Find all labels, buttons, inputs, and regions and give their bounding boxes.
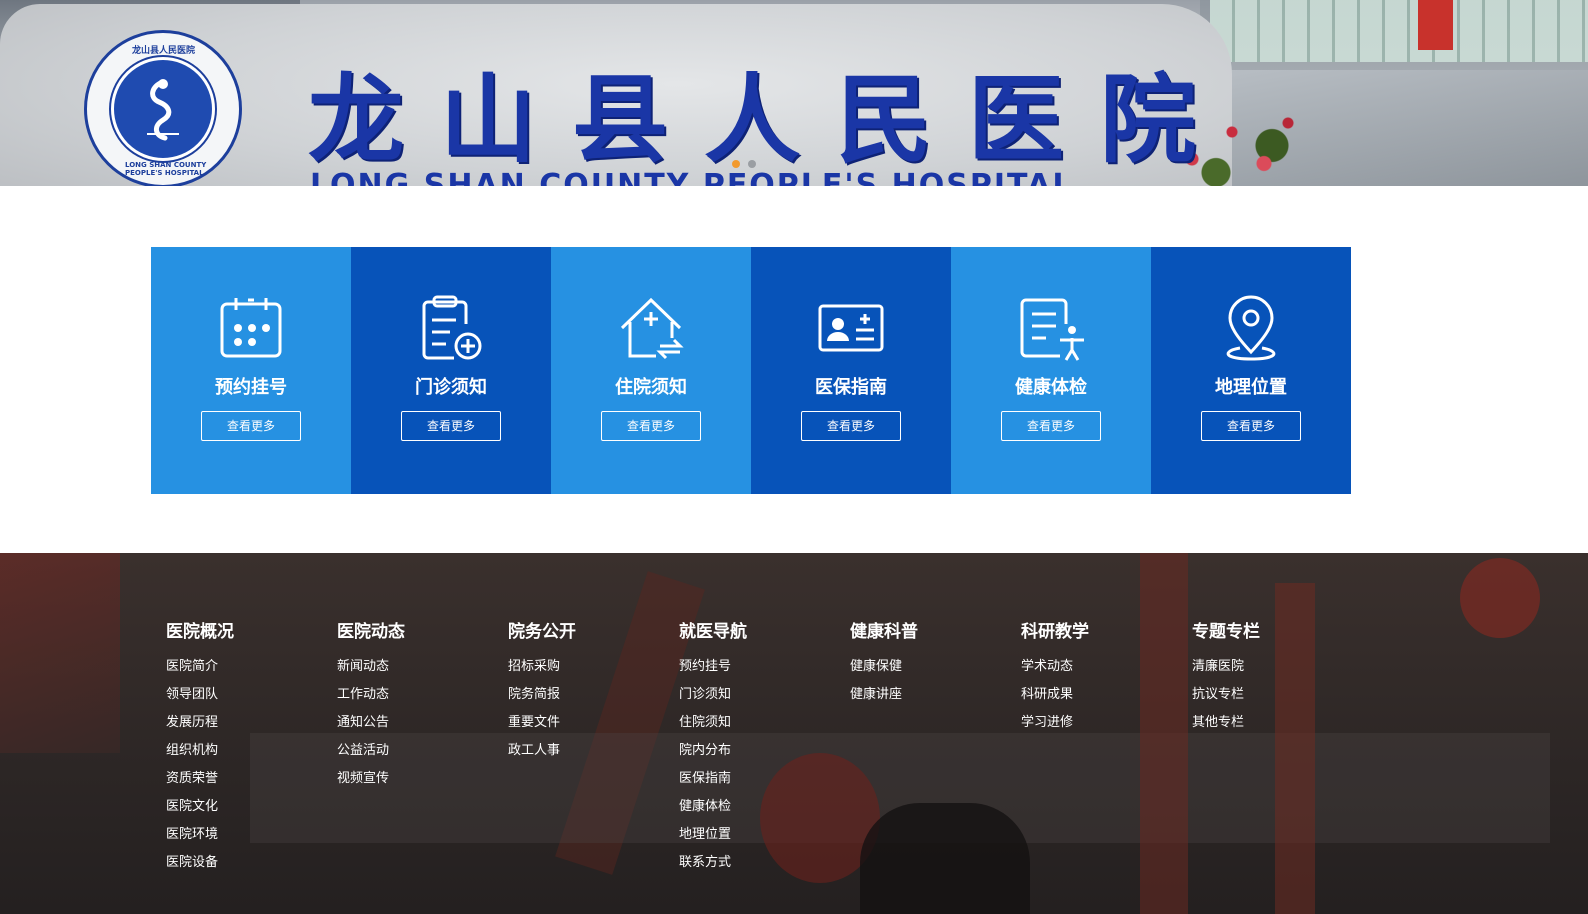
footer-col-research: 科研教学 学术动态 科研成果 学习进修 [1021, 617, 1192, 883]
view-more-button[interactable]: 查看更多 [601, 411, 701, 441]
calendar-icon [216, 294, 286, 364]
footer-link[interactable]: 公益活动 [337, 743, 508, 771]
footer-link[interactable]: 健康讲座 [850, 687, 1021, 715]
hospital-logo: 龙山县人民医院 LONG SHAN COUNTY PEOPLE'S HOSPIT… [84, 30, 242, 186]
tile-label: 医保指南 [815, 377, 887, 398]
footer-link[interactable]: 院内分布 [679, 743, 850, 771]
carousel-dot-2[interactable] [748, 160, 756, 168]
house-plus-icon [616, 294, 686, 364]
footer-col-guide: 就医导航 预约挂号 门诊须知 住院须知 院内分布 医保指南 健康体检 地理位置 … [679, 617, 850, 883]
footer-link[interactable]: 医院简介 [166, 659, 337, 687]
tile-insurance[interactable]: 医保指南 查看更多 [751, 247, 951, 494]
footer-col-special: 专题专栏 清廉医院 抗议专栏 其他专栏 [1192, 617, 1363, 883]
footer-link[interactable]: 工作动态 [337, 687, 508, 715]
footer-link[interactable]: 政工人事 [508, 743, 679, 771]
carousel-dots [732, 160, 756, 168]
footer-col-title[interactable]: 健康科普 [850, 617, 1021, 642]
footer-link[interactable]: 健康保健 [850, 659, 1021, 687]
carousel-dot-1[interactable] [732, 160, 740, 168]
footer-link[interactable]: 通知公告 [337, 715, 508, 743]
footer-col-title[interactable]: 医院概况 [166, 617, 337, 642]
tile-outpatient[interactable]: 门诊须知 查看更多 [351, 247, 551, 494]
footer-col-news: 医院动态 新闻动态 工作动态 通知公告 公益活动 视频宣传 [337, 617, 508, 883]
view-more-button[interactable]: 查看更多 [1001, 411, 1101, 441]
footer-col-title[interactable]: 就医导航 [679, 617, 850, 642]
logo-text-top: 龙山县人民医院 [132, 46, 196, 56]
footer-link[interactable]: 招标采购 [508, 659, 679, 687]
footer-link[interactable]: 住院须知 [679, 715, 850, 743]
footer-col-title[interactable]: 医院动态 [337, 617, 508, 642]
clipboard-plus-icon [416, 294, 486, 364]
footer-link[interactable]: 抗议专栏 [1192, 687, 1363, 715]
tile-label: 住院须知 [615, 377, 687, 398]
hero-banner: 龙山县人民医院 LONG SHAN COUNTY PEOPLE'S HOSPIT… [0, 0, 1588, 186]
banner-building-glass [1210, 0, 1588, 62]
footer-bg-lantern [1460, 558, 1540, 638]
dragon-icon [111, 57, 215, 161]
tile-label: 健康体检 [1015, 377, 1087, 398]
footer-link[interactable]: 医院设备 [166, 855, 337, 883]
footer-link[interactable]: 联系方式 [679, 855, 850, 883]
footer-link[interactable]: 健康体检 [679, 799, 850, 827]
view-more-button[interactable]: 查看更多 [801, 411, 901, 441]
footer-link[interactable]: 组织机构 [166, 743, 337, 771]
footer-col-health: 健康科普 健康保健 健康讲座 [850, 617, 1021, 883]
banner-subtitle: LONG SHAN COUNTY PEOPLE'S HOSPITAL [310, 168, 1074, 186]
service-tiles: 预约挂号 查看更多 门诊须知 查看更多 住院须知 查看更多 医保指南 查看更多 … [151, 247, 1351, 494]
tile-label: 地理位置 [1215, 377, 1287, 398]
tile-checkup[interactable]: 健康体检 查看更多 [951, 247, 1151, 494]
footer-link[interactable]: 资质荣誉 [166, 771, 337, 799]
footer-link[interactable]: 医院环境 [166, 827, 337, 855]
tile-label: 门诊须知 [415, 377, 487, 398]
document-person-icon [1016, 294, 1086, 364]
id-card-icon [816, 294, 886, 364]
tile-inpatient[interactable]: 住院须知 查看更多 [551, 247, 751, 494]
footer-link[interactable]: 院务简报 [508, 687, 679, 715]
footer-col-affairs: 院务公开 招标采购 院务简报 重要文件 政工人事 [508, 617, 679, 883]
footer-link[interactable]: 学术动态 [1021, 659, 1192, 687]
tile-location[interactable]: 地理位置 查看更多 [1151, 247, 1351, 494]
tile-label: 预约挂号 [215, 377, 287, 398]
footer-link[interactable]: 视频宣传 [337, 771, 508, 799]
view-more-button[interactable]: 查看更多 [401, 411, 501, 441]
footer-col-title[interactable]: 院务公开 [508, 617, 679, 642]
map-pin-icon [1216, 294, 1286, 364]
footer-bg-banner [0, 553, 120, 753]
footer-link[interactable]: 门诊须知 [679, 687, 850, 715]
site-footer: 医院概况 医院简介 领导团队 发展历程 组织机构 资质荣誉 医院文化 医院环境 … [0, 553, 1588, 914]
footer-link[interactable]: 医院文化 [166, 799, 337, 827]
footer-link[interactable]: 清廉医院 [1192, 659, 1363, 687]
footer-link[interactable]: 发展历程 [166, 715, 337, 743]
view-more-button[interactable]: 查看更多 [201, 411, 301, 441]
footer-col-overview: 医院概况 医院简介 领导团队 发展历程 组织机构 资质荣誉 医院文化 医院环境 … [166, 617, 337, 883]
footer-link[interactable]: 科研成果 [1021, 687, 1192, 715]
footer-col-title[interactable]: 专题专栏 [1192, 617, 1363, 642]
footer-link[interactable]: 医保指南 [679, 771, 850, 799]
footer-link[interactable]: 新闻动态 [337, 659, 508, 687]
banner-red-strip [1418, 0, 1453, 50]
view-more-button[interactable]: 查看更多 [1201, 411, 1301, 441]
logo-text-bottom: LONG SHAN COUNTY PEOPLE'S HOSPITAL [125, 161, 207, 177]
footer-link[interactable]: 领导团队 [166, 687, 337, 715]
footer-nav: 医院概况 医院简介 领导团队 发展历程 组织机构 资质荣誉 医院文化 医院环境 … [166, 617, 1363, 883]
footer-col-title[interactable]: 科研教学 [1021, 617, 1192, 642]
footer-link[interactable]: 其他专栏 [1192, 715, 1363, 743]
footer-link[interactable]: 学习进修 [1021, 715, 1192, 743]
tile-appointment[interactable]: 预约挂号 查看更多 [151, 247, 351, 494]
footer-link[interactable]: 地理位置 [679, 827, 850, 855]
footer-link[interactable]: 重要文件 [508, 715, 679, 743]
banner-title: 龙山县人民医院 [308, 63, 1232, 176]
footer-link[interactable]: 预约挂号 [679, 659, 850, 687]
